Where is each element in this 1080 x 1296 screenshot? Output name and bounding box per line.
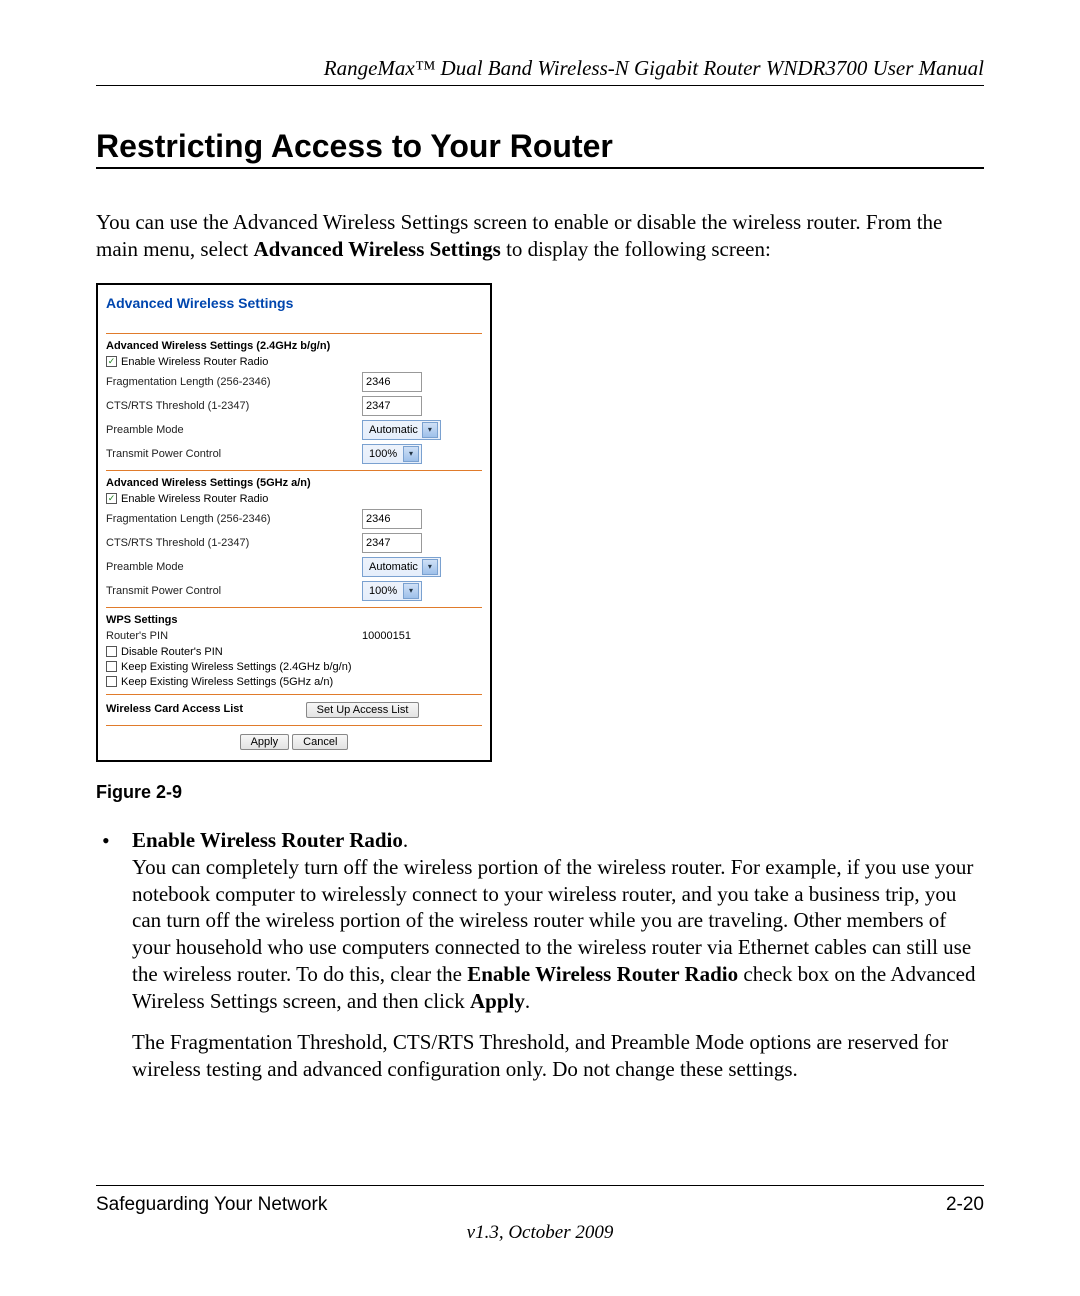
- router-pin-label: Router's PIN: [106, 630, 354, 642]
- section-title: Restricting Access to Your Router: [96, 128, 984, 169]
- enable-radio-24g-checkbox[interactable]: [106, 356, 117, 367]
- preamble-label-5g: Preamble Mode: [106, 561, 354, 573]
- keep-5g-label: Keep Existing Wireless Settings (5GHz a/…: [121, 676, 333, 688]
- bullet-p1-end: .: [525, 989, 530, 1013]
- figure-label: Figure 2-9: [96, 782, 984, 803]
- preamble-select-5g-value: Automatic: [365, 561, 422, 573]
- frag-input-24g[interactable]: [362, 372, 422, 392]
- enable-radio-5g-row: Enable Wireless Router Radio: [106, 493, 482, 505]
- divider: [106, 725, 482, 726]
- chevron-down-icon: ▾: [403, 446, 419, 462]
- disable-pin-label: Disable Router's PIN: [121, 646, 223, 658]
- divider: [106, 607, 482, 608]
- footer-rule: [96, 1185, 984, 1186]
- intro-bold: Advanced Wireless Settings: [253, 237, 500, 261]
- footer-left: Safeguarding Your Network: [96, 1194, 327, 1216]
- footer: Safeguarding Your Network 2-20 v1.3, Oct…: [96, 1185, 984, 1244]
- footer-center: v1.3, October 2009: [96, 1222, 984, 1244]
- chevron-down-icon: ▾: [403, 583, 419, 599]
- frag-input-5g[interactable]: [362, 509, 422, 529]
- cts-label-24g: CTS/RTS Threshold (1-2347): [106, 400, 354, 412]
- page-number: 2-20: [946, 1194, 984, 1216]
- wps-title: WPS Settings: [106, 614, 482, 626]
- chevron-down-icon: ▾: [422, 422, 438, 438]
- body-list: Enable Wireless Router Radio. You can co…: [96, 827, 984, 1083]
- enable-radio-24g-row: Enable Wireless Router Radio: [106, 356, 482, 368]
- cancel-button[interactable]: Cancel: [292, 734, 348, 750]
- disable-pin-checkbox[interactable]: [106, 646, 117, 657]
- frag-label-24g: Fragmentation Length (256-2346): [106, 376, 354, 388]
- group-title-5g: Advanced Wireless Settings (5GHz a/n): [106, 477, 482, 489]
- bullet-p1-bold1: Enable Wireless Router Radio: [467, 962, 738, 986]
- bullet-p2: The Fragmentation Threshold, CTS/RTS Thr…: [132, 1029, 984, 1083]
- intro-post: to display the following screen:: [501, 237, 771, 261]
- bullet-p1-bold2: Apply: [470, 989, 525, 1013]
- frag-label-5g: Fragmentation Length (256-2346): [106, 513, 354, 525]
- apply-button[interactable]: Apply: [240, 734, 290, 750]
- preamble-select-24g[interactable]: Automatic ▾: [362, 420, 441, 440]
- sshot-title: Advanced Wireless Settings: [106, 295, 482, 311]
- preamble-select-24g-value: Automatic: [365, 424, 422, 436]
- cts-label-5g: CTS/RTS Threshold (1-2347): [106, 537, 354, 549]
- cts-input-5g[interactable]: [362, 533, 422, 553]
- keep-24g-label: Keep Existing Wireless Settings (2.4GHz …: [121, 661, 351, 673]
- tx-select-5g-value: 100%: [365, 585, 401, 597]
- tx-select-24g[interactable]: 100% ▾: [362, 444, 422, 464]
- bullet-head: Enable Wireless Router Radio: [132, 828, 403, 852]
- tx-label-5g: Transmit Power Control: [106, 585, 354, 597]
- chevron-down-icon: ▾: [422, 559, 438, 575]
- enable-radio-5g-label: Enable Wireless Router Radio: [121, 493, 268, 505]
- tx-select-24g-value: 100%: [365, 448, 401, 460]
- divider: [106, 694, 482, 695]
- button-row: Apply Cancel: [106, 734, 482, 750]
- acl-label: Wireless Card Access List: [106, 703, 243, 715]
- keep-5g-checkbox[interactable]: [106, 676, 117, 687]
- intro-paragraph: You can use the Advanced Wireless Settin…: [96, 209, 984, 263]
- divider: [106, 470, 482, 471]
- cts-input-24g[interactable]: [362, 396, 422, 416]
- tx-select-5g[interactable]: 100% ▾: [362, 581, 422, 601]
- list-item: Enable Wireless Router Radio. You can co…: [96, 827, 984, 1083]
- doc-header: RangeMax™ Dual Band Wireless-N Gigabit R…: [96, 56, 984, 86]
- divider: [106, 333, 482, 334]
- preamble-label-24g: Preamble Mode: [106, 424, 354, 436]
- tx-label-24g: Transmit Power Control: [106, 448, 354, 460]
- keep-24g-checkbox[interactable]: [106, 661, 117, 672]
- group-title-24g: Advanced Wireless Settings (2.4GHz b/g/n…: [106, 340, 482, 352]
- enable-radio-24g-label: Enable Wireless Router Radio: [121, 356, 268, 368]
- setup-access-list-button[interactable]: Set Up Access List: [306, 702, 420, 718]
- page: RangeMax™ Dual Band Wireless-N Gigabit R…: [0, 0, 1080, 1296]
- router-pin-value: 10000151: [362, 630, 411, 642]
- enable-radio-5g-checkbox[interactable]: [106, 493, 117, 504]
- preamble-select-5g[interactable]: Automatic ▾: [362, 557, 441, 577]
- router-settings-screenshot: Advanced Wireless Settings Advanced Wire…: [96, 283, 492, 762]
